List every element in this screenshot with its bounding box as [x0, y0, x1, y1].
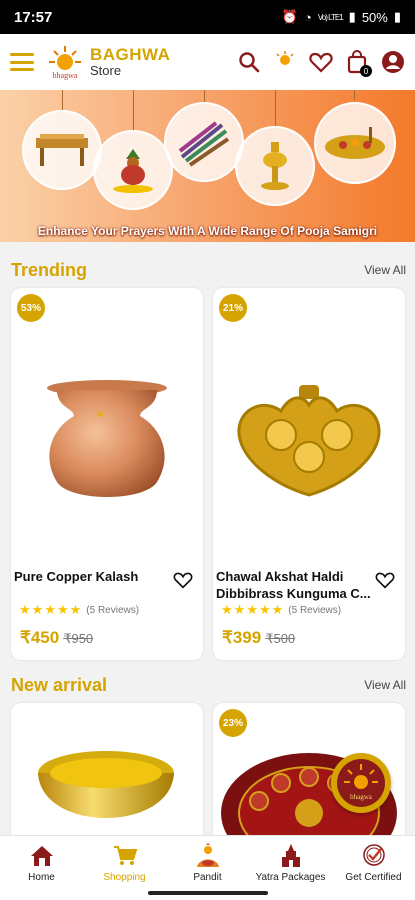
- star-rating: ★ ★ ★ ★ ★ (5 Reviews): [221, 602, 341, 618]
- wishlist-heart-icon[interactable]: [173, 571, 193, 594]
- cart-count-badge: 0: [360, 65, 372, 77]
- wifi-icon: ◔: [304, 9, 312, 25]
- product-card[interactable]: 53% Pure Copper Kalash ★ ★ ★ ★ ★ (5 Reviews)…: [11, 288, 203, 660]
- discount-badge: 23%: [219, 709, 247, 737]
- product-name: Chawal Akshat Haldi Dibbibrass Kunguma C…: [216, 569, 371, 601]
- certificate-icon: [360, 842, 388, 870]
- copper-kalash-image: [11, 328, 203, 558]
- search-icon[interactable]: [237, 50, 261, 74]
- pooja-thali-image: [314, 102, 396, 184]
- nav-label: Shopping: [103, 872, 146, 883]
- discount-badge: 53%: [17, 294, 45, 322]
- star-icon: ★: [44, 602, 56, 617]
- status-icons: ⏰ ◔ Vo) LTE1 ▮ 50% ▮: [282, 9, 401, 25]
- bottom-navigation: Home Shopping Pandit Yatra Packages Get …: [0, 835, 415, 887]
- brand-logo[interactable]: bhagwa BAGHWA Store: [46, 43, 170, 81]
- incense-sticks-image: [164, 102, 244, 182]
- product-card[interactable]: 21% Chawal Akshat Haldi Dibbibrass Kungu…: [213, 288, 405, 660]
- bhagwa-logo-icon[interactable]: [273, 50, 297, 74]
- view-all-link[interactable]: View All: [364, 263, 406, 277]
- sun-logo-icon: bhagwa: [46, 43, 84, 81]
- nav-home[interactable]: Home: [0, 836, 83, 887]
- star-icon: ★: [271, 602, 284, 617]
- kalash-image: [93, 130, 173, 210]
- battery-label: 50%: [361, 9, 388, 25]
- svg-text:bhagwa: bhagwa: [53, 71, 78, 80]
- review-count: (5 Reviews): [86, 604, 140, 616]
- sale-price: ₹450: [20, 628, 60, 647]
- wishlist-heart-icon[interactable]: [309, 50, 333, 74]
- temple-icon: [278, 842, 304, 870]
- nav-get-certified[interactable]: Get Certified: [332, 836, 415, 887]
- brass-kunguma-tray-image: [213, 328, 405, 558]
- price-row: ₹399 ₹500: [222, 628, 295, 648]
- product-name: Pure Copper Kalash: [14, 569, 139, 584]
- nav-label: Pandit: [193, 872, 222, 883]
- app-header: bhagwa BAGHWA Store 0: [0, 34, 415, 90]
- sale-price: ₹399: [222, 628, 262, 647]
- network-label: Vo) LTE1: [317, 12, 344, 22]
- view-all-link[interactable]: View All: [364, 678, 406, 692]
- star-icon: ★: [258, 602, 271, 617]
- cart-bag-icon[interactable]: 0: [345, 50, 372, 77]
- battery-icon: ▮: [393, 9, 401, 24]
- chowki-image: [22, 110, 102, 190]
- nav-yatra-packages[interactable]: Yatra Packages: [249, 836, 332, 887]
- signal-icon: ▮: [348, 9, 356, 24]
- star-rating: ★ ★ ★ ★ ★ (5 Reviews): [19, 602, 139, 618]
- section-title: Trending: [11, 259, 87, 280]
- banner-caption: Enhance Your Prayers With A Wide Range O…: [37, 224, 378, 238]
- new-arrival-header: New arrival View All: [11, 673, 406, 697]
- diya-lamp-image: [235, 126, 315, 206]
- pandit-icon: [193, 842, 223, 870]
- bhagwa-floating-button[interactable]: bhagwa: [331, 753, 391, 813]
- nav-label: Home: [28, 872, 55, 883]
- star-icon: ★: [31, 602, 44, 617]
- shopping-cart-icon: [112, 842, 138, 870]
- price-row: ₹450 ₹950: [20, 628, 93, 648]
- star-icon: ★: [246, 602, 258, 617]
- home-icon: [29, 842, 55, 870]
- hamburger-menu-icon[interactable]: [10, 53, 34, 71]
- review-count: (5 Reviews): [288, 604, 342, 616]
- star-icon: ★: [56, 602, 69, 617]
- section-title: New arrival: [11, 674, 108, 695]
- gesture-bar: [0, 887, 415, 900]
- discount-badge: 21%: [219, 294, 247, 322]
- star-icon: ★: [69, 602, 82, 617]
- star-icon: ★: [19, 602, 31, 617]
- status-time: 17:57: [14, 8, 53, 26]
- status-bar: 17:57 ⏰ ◔ Vo) LTE1 ▮ 50% ▮: [0, 0, 415, 34]
- trending-header: Trending View All: [11, 258, 406, 282]
- original-price: ₹950: [63, 631, 94, 646]
- svg-text:bhagwa: bhagwa: [350, 793, 373, 801]
- wishlist-heart-icon[interactable]: [375, 571, 395, 594]
- nav-label: Yatra Packages: [255, 872, 326, 883]
- promo-banner[interactable]: Enhance Your Prayers With A Wide Range O…: [0, 90, 415, 242]
- brand-title: BAGHWA: [90, 44, 171, 64]
- nav-shopping[interactable]: Shopping: [83, 836, 166, 887]
- nav-label: Get Certified: [345, 872, 402, 883]
- original-price: ₹500: [265, 631, 296, 646]
- brass-bowl-image: [31, 743, 181, 848]
- star-icon: ★: [233, 602, 246, 617]
- alarm-icon: ⏰: [281, 9, 299, 24]
- nav-pandit[interactable]: Pandit: [166, 836, 249, 887]
- brand-subtitle: Store: [90, 63, 122, 79]
- star-icon: ★: [221, 602, 233, 617]
- profile-avatar-icon[interactable]: [381, 50, 405, 74]
